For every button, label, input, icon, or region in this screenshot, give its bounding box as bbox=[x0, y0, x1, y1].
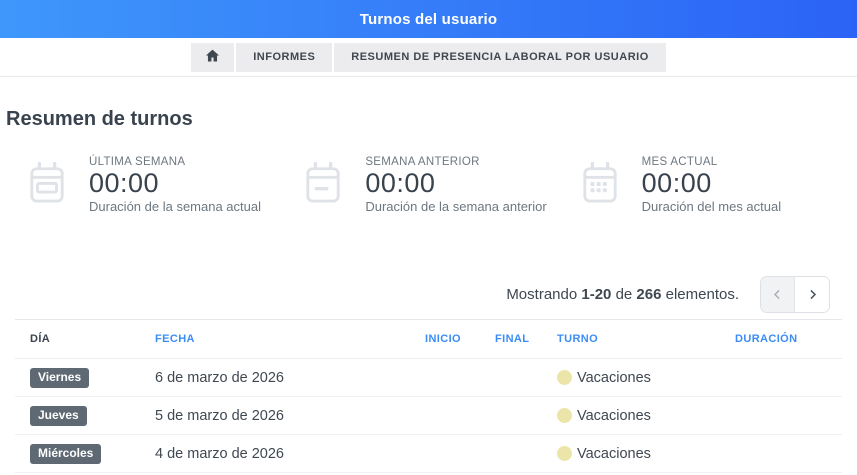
chevron-left-icon bbox=[770, 287, 785, 302]
stat-value: 00:00 bbox=[642, 169, 781, 198]
column-header-inicio[interactable]: INICIO bbox=[410, 320, 480, 359]
table-header: DÍA FECHA INICIO FINAL TURNO DURACIÓN bbox=[15, 320, 842, 359]
cell-fecha: 5 de marzo de 2026 bbox=[140, 397, 410, 435]
cell-dia: Jueves bbox=[15, 397, 140, 435]
cell-final bbox=[480, 397, 542, 435]
stat-caption: Duración del mes actual bbox=[642, 199, 781, 214]
breadcrumb-informes[interactable]: INFORMES bbox=[236, 43, 332, 72]
stat-value: 00:00 bbox=[365, 169, 546, 198]
stat-card-semana-anterior: SEMANA ANTERIOR 00:00 Duración de la sem… bbox=[304, 156, 580, 214]
shift-name: Vacaciones bbox=[577, 408, 651, 424]
shifts-table: DÍA FECHA INICIO FINAL TURNO DURACIÓN Vi… bbox=[15, 319, 842, 473]
next-page-button[interactable] bbox=[795, 277, 829, 312]
table-row: Viernes 6 de marzo de 2026 Vacaciones bbox=[15, 359, 842, 397]
column-header-duracion[interactable]: DURACIÓN bbox=[720, 320, 842, 359]
calendar-week-icon bbox=[28, 160, 66, 211]
cell-inicio bbox=[410, 359, 480, 397]
breadcrumb-current: RESUMEN DE PRESENCIA LABORAL POR USUARIO bbox=[334, 43, 665, 72]
day-badge: Viernes bbox=[30, 368, 89, 388]
pager bbox=[760, 276, 830, 313]
summary-cards: ÚLTIMA SEMANA 00:00 Duración de la seman… bbox=[0, 156, 857, 214]
cell-fecha: 6 de marzo de 2026 bbox=[140, 359, 410, 397]
chevron-right-icon bbox=[805, 287, 820, 302]
shift-color-dot bbox=[557, 370, 572, 385]
day-badge: Miércoles bbox=[30, 444, 101, 464]
cell-duracion bbox=[720, 397, 842, 435]
cell-inicio bbox=[410, 435, 480, 473]
calendar-month-icon bbox=[581, 160, 619, 211]
column-header-fecha[interactable]: FECHA bbox=[140, 320, 410, 359]
cell-fecha: 4 de marzo de 2026 bbox=[140, 435, 410, 473]
section-title: Resumen de turnos bbox=[6, 108, 857, 131]
pagination-connector: de bbox=[616, 286, 633, 303]
prev-page-button[interactable] bbox=[761, 277, 795, 312]
shift-color-dot bbox=[557, 446, 572, 461]
pagination-summary: Mostrando 1-20 de 266 elementos. bbox=[506, 286, 739, 303]
pagination-total: 266 bbox=[636, 286, 661, 303]
shift-color-dot bbox=[557, 408, 572, 423]
table-row: Miércoles 4 de marzo de 2026 Vacaciones bbox=[15, 435, 842, 473]
breadcrumb-home[interactable] bbox=[191, 43, 234, 72]
column-header-final[interactable]: FINAL bbox=[480, 320, 542, 359]
cell-inicio bbox=[410, 397, 480, 435]
page-header: Turnos del usuario bbox=[0, 0, 857, 38]
cell-duracion bbox=[720, 435, 842, 473]
cell-turno: Vacaciones bbox=[542, 359, 720, 397]
stat-label: ÚLTIMA SEMANA bbox=[89, 156, 261, 168]
stat-value: 00:00 bbox=[89, 169, 261, 198]
cell-duracion bbox=[720, 359, 842, 397]
calendar-minus-icon bbox=[304, 160, 342, 211]
stat-caption: Duración de la semana actual bbox=[89, 199, 261, 214]
page-title: Turnos del usuario bbox=[360, 11, 498, 28]
day-badge: Jueves bbox=[30, 406, 87, 426]
cell-turno: Vacaciones bbox=[542, 397, 720, 435]
cell-final bbox=[480, 435, 542, 473]
cell-final bbox=[480, 359, 542, 397]
shift-name: Vacaciones bbox=[577, 446, 651, 462]
breadcrumb-bar: INFORMES RESUMEN DE PRESENCIA LABORAL PO… bbox=[0, 38, 857, 77]
table-row: Jueves 5 de marzo de 2026 Vacaciones bbox=[15, 397, 842, 435]
pagination-prefix: Mostrando bbox=[506, 286, 577, 303]
stat-card-ultima-semana: ÚLTIMA SEMANA 00:00 Duración de la seman… bbox=[28, 156, 304, 214]
stat-card-mes-actual: MES ACTUAL 00:00 Duración del mes actual bbox=[581, 156, 857, 214]
cell-dia: Miércoles bbox=[15, 435, 140, 473]
column-header-turno[interactable]: TURNO bbox=[542, 320, 720, 359]
breadcrumb: INFORMES RESUMEN DE PRESENCIA LABORAL PO… bbox=[191, 43, 666, 72]
pagination-suffix: elementos. bbox=[666, 286, 739, 303]
stat-card-text: ÚLTIMA SEMANA 00:00 Duración de la seman… bbox=[89, 156, 261, 214]
stat-label: SEMANA ANTERIOR bbox=[365, 156, 546, 168]
stat-card-text: MES ACTUAL 00:00 Duración del mes actual bbox=[642, 156, 781, 214]
stat-label: MES ACTUAL bbox=[642, 156, 781, 168]
shift-name: Vacaciones bbox=[577, 370, 651, 386]
cell-turno: Vacaciones bbox=[542, 435, 720, 473]
cell-dia: Viernes bbox=[15, 359, 140, 397]
pagination-row: Mostrando 1-20 de 266 elementos. bbox=[0, 276, 857, 313]
stat-card-text: SEMANA ANTERIOR 00:00 Duración de la sem… bbox=[365, 156, 546, 214]
pagination-range: 1-20 bbox=[581, 286, 611, 303]
stat-caption: Duración de la semana anterior bbox=[365, 199, 546, 214]
home-icon bbox=[205, 48, 220, 66]
column-header-dia: DÍA bbox=[15, 320, 140, 359]
